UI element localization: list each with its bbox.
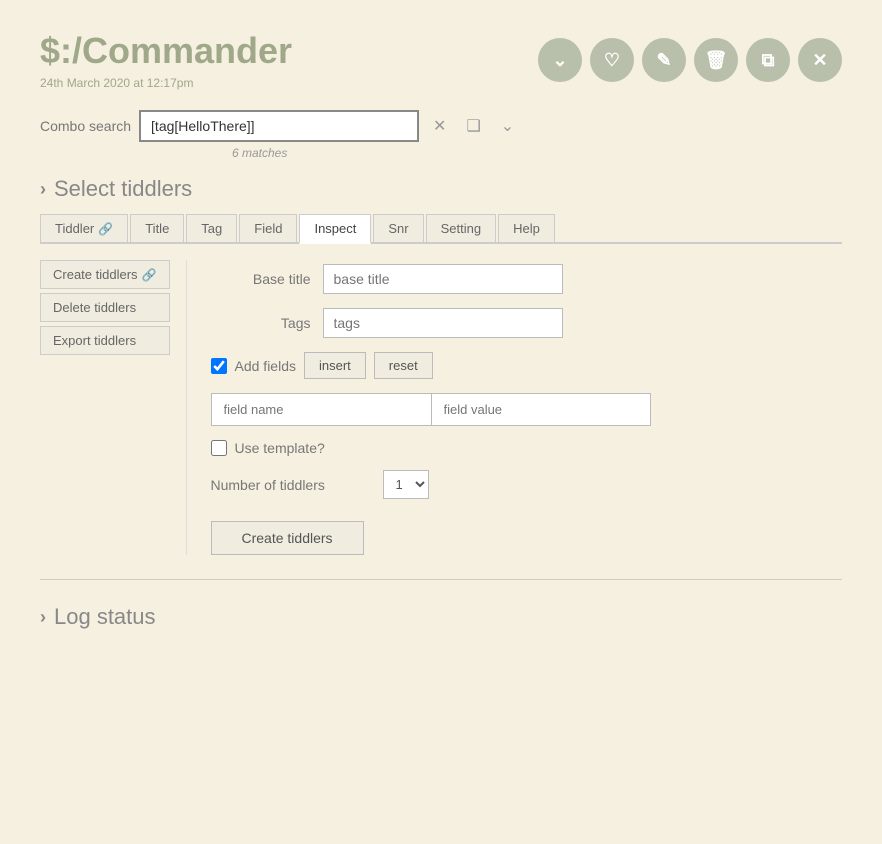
field-name-input[interactable] <box>211 393 431 426</box>
tags-input[interactable] <box>323 308 563 338</box>
tab-tag[interactable]: Tag <box>186 214 237 242</box>
tab-snr[interactable]: Snr <box>373 214 423 242</box>
log-section-toggle[interactable]: › <box>40 607 46 628</box>
tab-help-label: Help <box>513 221 540 236</box>
field-row <box>211 393 843 426</box>
select-section-header: › Select tiddlers <box>40 176 842 202</box>
num-tiddlers-select[interactable]: 1 2 3 4 5 <box>383 470 429 499</box>
search-row: Combo search ✕ ❑ ⌄ <box>40 110 842 142</box>
edit-button[interactable]: ✎ <box>642 38 686 82</box>
section-divider <box>40 579 842 580</box>
copy-button[interactable]: ⧉ <box>746 38 790 82</box>
select-section-title: Select tiddlers <box>54 176 192 202</box>
search-expand-button[interactable]: ⌄ <box>495 114 520 138</box>
base-title-label: Base title <box>211 271 311 287</box>
log-section: › Log status <box>40 604 842 630</box>
header-left: $:/Commander 24th March 2020 at 12:17pm <box>40 30 292 90</box>
tab-field-label: Field <box>254 221 282 236</box>
num-tiddlers-label: Number of tiddlers <box>211 477 371 493</box>
heart-button[interactable]: ♡ <box>590 38 634 82</box>
link-icon: 🔗 <box>98 222 113 236</box>
header-buttons: ⌄ ♡ ✎ 🗑 ⧉ ✕ <box>538 38 842 82</box>
close-button[interactable]: ✕ <box>798 38 842 82</box>
search-copy-button[interactable]: ❑ <box>460 114 486 138</box>
tab-title[interactable]: Title <box>130 214 184 242</box>
base-title-input[interactable] <box>323 264 563 294</box>
tab-tiddler-label: Tiddler <box>55 221 94 236</box>
create-link-icon: 🔗 <box>142 268 157 282</box>
tab-field[interactable]: Field <box>239 214 297 242</box>
tab-title-label: Title <box>145 221 169 236</box>
search-matches: 6 matches <box>232 146 842 160</box>
select-section-toggle[interactable]: › <box>40 179 46 200</box>
app-subtitle: 24th March 2020 at 12:17pm <box>40 76 292 90</box>
tab-inspect-label: Inspect <box>314 221 356 236</box>
tab-inspect[interactable]: Inspect <box>299 214 371 244</box>
base-title-row: Base title <box>211 264 843 294</box>
export-tiddlers-button[interactable]: Export tiddlers <box>40 326 170 355</box>
form-area: Base title Tags Add fields insert reset <box>187 260 843 555</box>
create-tiddlers-button[interactable]: Create tiddlers <box>211 521 364 555</box>
search-input[interactable] <box>139 110 419 142</box>
tab-setting[interactable]: Setting <box>426 214 496 242</box>
tab-tiddler[interactable]: Tiddler 🔗 <box>40 214 128 242</box>
delete-tiddlers-button[interactable]: Delete tiddlers <box>40 293 170 322</box>
tags-label: Tags <box>211 315 311 331</box>
insert-button[interactable]: insert <box>304 352 366 379</box>
export-tiddlers-label: Export tiddlers <box>53 333 136 348</box>
add-fields-row: Add fields insert reset <box>211 352 843 379</box>
log-section-title: Log status <box>54 604 156 630</box>
app-title: $:/Commander <box>40 30 292 72</box>
trash-button[interactable]: 🗑 <box>694 38 738 82</box>
use-template-label: Use template? <box>235 440 325 456</box>
field-value-input[interactable] <box>431 393 651 426</box>
header: $:/Commander 24th March 2020 at 12:17pm … <box>40 30 842 90</box>
reset-button[interactable]: reset <box>374 352 433 379</box>
tags-row: Tags <box>211 308 843 338</box>
add-fields-label: Add fields <box>235 358 296 374</box>
tab-help[interactable]: Help <box>498 214 555 242</box>
use-template-checkbox[interactable] <box>211 440 227 456</box>
sidebar-buttons: Create tiddlers 🔗 Delete tiddlers Export… <box>40 260 187 555</box>
search-clear-button[interactable]: ✕ <box>427 114 452 138</box>
tab-snr-label: Snr <box>388 221 408 236</box>
add-fields-checkbox[interactable] <box>211 358 227 374</box>
create-button-row: Create tiddlers <box>211 513 843 555</box>
content-area: Create tiddlers 🔗 Delete tiddlers Export… <box>40 260 842 555</box>
search-label: Combo search <box>40 118 131 134</box>
delete-tiddlers-label: Delete tiddlers <box>53 300 136 315</box>
tab-setting-label: Setting <box>441 221 481 236</box>
create-tiddlers-label: Create tiddlers <box>53 267 138 282</box>
chevron-down-button[interactable]: ⌄ <box>538 38 582 82</box>
create-tiddlers-sidebar-button[interactable]: Create tiddlers 🔗 <box>40 260 170 289</box>
num-tiddlers-row: Number of tiddlers 1 2 3 4 5 <box>211 470 843 499</box>
tab-tag-label: Tag <box>201 221 222 236</box>
tabs-row: Tiddler 🔗 Title Tag Field Inspect Snr Se… <box>40 214 842 244</box>
use-template-row: Use template? <box>211 440 843 456</box>
